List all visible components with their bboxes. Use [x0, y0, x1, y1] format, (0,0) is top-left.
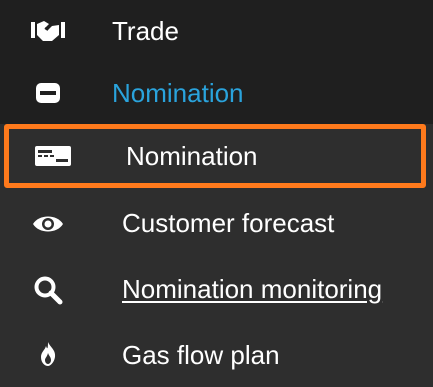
menu-item-label: Nomination monitoring: [122, 274, 383, 304]
menu-item-label: Gas flow plan: [122, 340, 280, 370]
menu-item-label: Trade: [112, 16, 179, 46]
search-icon: [28, 273, 68, 307]
menu-item-customer-forecast[interactable]: Customer forecast: [0, 192, 433, 256]
eye-icon: [28, 207, 68, 241]
menu-item-nomination[interactable]: Nomination: [4, 124, 426, 188]
menu-item-nomination-monitoring[interactable]: Nomination monitoring: [0, 258, 433, 322]
id-card-icon: [33, 139, 73, 173]
navigation-menu: Trade Nomination Nomination Customer for…: [0, 0, 433, 387]
menu-item-trade[interactable]: Trade: [0, 0, 433, 62]
flame-icon: [28, 337, 68, 371]
menu-item-gas-flow-plan[interactable]: Gas flow plan: [0, 322, 433, 386]
menu-item-label: Nomination: [126, 141, 258, 171]
card-icon: [30, 78, 66, 108]
handshake-icon: [30, 16, 66, 46]
menu-item-nomination-group[interactable]: Nomination: [0, 62, 433, 124]
menu-group-label: Nomination: [112, 78, 244, 108]
menu-item-label: Customer forecast: [122, 208, 335, 238]
